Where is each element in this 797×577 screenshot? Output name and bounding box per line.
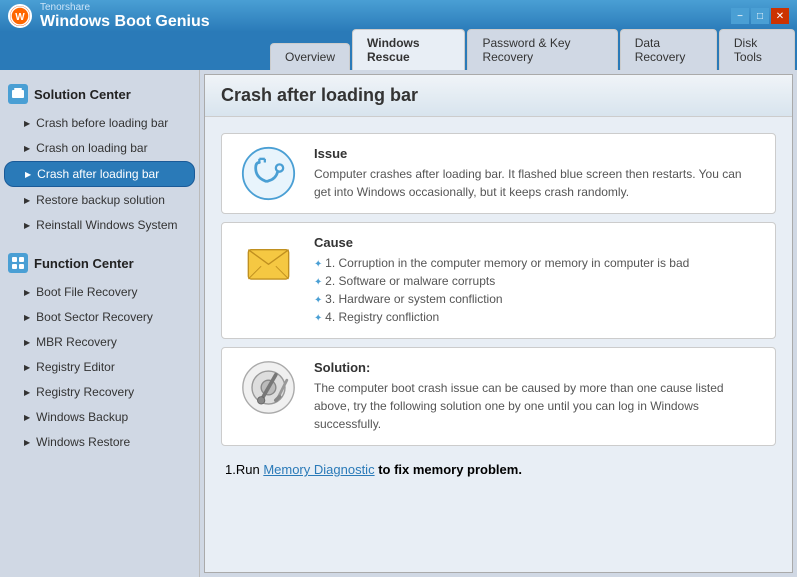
- main-container: Solution Center Crash before loading bar…: [0, 70, 797, 577]
- app-logo: W: [8, 4, 32, 28]
- sidebar: Solution Center Crash before loading bar…: [0, 70, 200, 577]
- tab-disk-tools[interactable]: Disk Tools: [719, 29, 795, 70]
- sidebar-item-mbr-recovery[interactable]: MBR Recovery: [4, 330, 195, 354]
- solution-text: The computer boot crash issue can be cau…: [314, 379, 759, 433]
- sidebar-item-registry-recovery[interactable]: Registry Recovery: [4, 380, 195, 404]
- tab-windows-rescue[interactable]: Windows Rescue: [352, 29, 465, 70]
- sidebar-item-crash-before[interactable]: Crash before loading bar: [4, 111, 195, 135]
- issue-title: Issue: [314, 146, 759, 161]
- solution-center-icon: [8, 84, 28, 104]
- maximize-button[interactable]: □: [751, 8, 769, 24]
- solution-card: Solution: The computer boot crash issue …: [221, 347, 776, 446]
- app-name: Windows Boot Genius: [40, 13, 210, 31]
- minimize-button[interactable]: −: [731, 8, 749, 24]
- cause-item-4: 4. Registry confliction: [314, 308, 759, 326]
- step1-suffix: to fix memory problem.: [375, 462, 522, 477]
- cause-card: Cause 1. Corruption in the computer memo…: [221, 222, 776, 339]
- tab-overview[interactable]: Overview: [270, 43, 350, 70]
- solution-content: Solution: The computer boot crash issue …: [314, 360, 759, 433]
- cause-title: Cause: [314, 235, 759, 250]
- page-title: Crash after loading bar: [221, 85, 776, 106]
- sidebar-item-windows-restore[interactable]: Windows Restore: [4, 430, 195, 454]
- cause-content: Cause 1. Corruption in the computer memo…: [314, 235, 759, 326]
- cause-item-3: 3. Hardware or system confliction: [314, 290, 759, 308]
- svg-text:W: W: [15, 12, 25, 23]
- sidebar-item-boot-sector[interactable]: Boot Sector Recovery: [4, 305, 195, 329]
- solution-center-header: Solution Center: [0, 78, 199, 110]
- function-center-label: Function Center: [34, 256, 134, 271]
- sidebar-item-boot-file[interactable]: Boot File Recovery: [4, 280, 195, 304]
- sidebar-item-reinstall-windows[interactable]: Reinstall Windows System: [4, 213, 195, 237]
- cause-item-2: 2. Software or malware corrupts: [314, 272, 759, 290]
- sidebar-item-restore-backup[interactable]: Restore backup solution: [4, 188, 195, 212]
- solution-icon: [238, 360, 298, 415]
- navbar: Overview Windows Rescue Password & Key R…: [0, 32, 797, 70]
- close-button[interactable]: ✕: [771, 8, 789, 24]
- content-area: Crash after loading bar Issue: [204, 74, 793, 573]
- titlebar-left: W Tenorshare Windows Boot Genius: [8, 2, 210, 31]
- company-name: Tenorshare: [40, 2, 210, 13]
- sidebar-item-crash-on[interactable]: Crash on loading bar: [4, 136, 195, 160]
- sidebar-item-crash-after[interactable]: Crash after loading bar: [4, 161, 195, 187]
- issue-icon: [238, 146, 298, 201]
- solution-title: Solution:: [314, 360, 759, 375]
- app-title-block: Tenorshare Windows Boot Genius: [40, 2, 210, 31]
- sidebar-item-windows-backup[interactable]: Windows Backup: [4, 405, 195, 429]
- step1-prefix: 1.Run: [225, 462, 263, 477]
- step1-container: 1.Run Memory Diagnostic to fix memory pr…: [221, 454, 776, 485]
- function-center-header: Function Center: [0, 247, 199, 279]
- tab-password-recovery[interactable]: Password & Key Recovery: [467, 29, 617, 70]
- issue-content: Issue Computer crashes after loading bar…: [314, 146, 759, 201]
- content-header: Crash after loading bar: [205, 75, 792, 117]
- cause-item-1: 1. Corruption in the computer memory or …: [314, 254, 759, 272]
- issue-card: Issue Computer crashes after loading bar…: [221, 133, 776, 214]
- function-center-icon: [8, 253, 28, 273]
- memory-diagnostic-link[interactable]: Memory Diagnostic: [263, 462, 374, 477]
- solution-center-label: Solution Center: [34, 87, 131, 102]
- content-body: Issue Computer crashes after loading bar…: [205, 117, 792, 493]
- window-controls: − □ ✕: [731, 8, 789, 24]
- cause-icon: [238, 235, 298, 290]
- titlebar: W Tenorshare Windows Boot Genius − □ ✕: [0, 0, 797, 32]
- cause-list: 1. Corruption in the computer memory or …: [314, 254, 759, 326]
- issue-text: Computer crashes after loading bar. It f…: [314, 165, 759, 201]
- tab-data-recovery[interactable]: Data Recovery: [620, 29, 717, 70]
- sidebar-item-registry-editor[interactable]: Registry Editor: [4, 355, 195, 379]
